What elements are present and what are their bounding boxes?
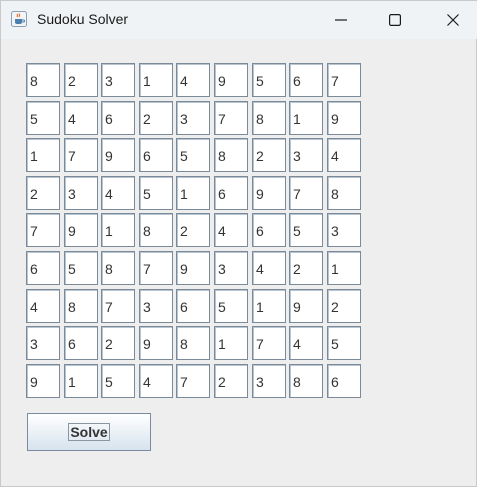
sudoku-cell-r9-c9[interactable]: 6 (327, 364, 361, 398)
sudoku-cell-r6-c3[interactable]: 8 (101, 251, 135, 285)
sudoku-cell-r6-c2[interactable]: 5 (64, 251, 98, 285)
sudoku-cell-r2-c8[interactable]: 1 (289, 101, 323, 135)
sudoku-cell-r1-c8[interactable]: 6 (289, 63, 323, 97)
sudoku-cell-r2-c7[interactable]: 8 (252, 101, 286, 135)
sudoku-cell-r1-c3[interactable]: 3 (101, 63, 135, 97)
sudoku-cell-r2-c5[interactable]: 3 (176, 101, 210, 135)
sudoku-cell-r9-c3[interactable]: 5 (101, 364, 135, 398)
sudoku-cell-r2-c3[interactable]: 6 (101, 101, 135, 135)
sudoku-cell-r3-c3[interactable]: 9 (101, 138, 135, 172)
minimize-icon (335, 11, 347, 30)
sudoku-cell-r3-c1[interactable]: 1 (26, 138, 60, 172)
sudoku-cell-r1-c7[interactable]: 5 (252, 63, 286, 97)
sudoku-cell-r6-c6[interactable]: 3 (214, 251, 248, 285)
sudoku-cell-r4-c2[interactable]: 3 (64, 176, 98, 210)
maximize-icon (389, 11, 402, 30)
sudoku-cell-r5-c9[interactable]: 3 (327, 213, 361, 247)
sudoku-cell-r8-c3[interactable]: 2 (101, 326, 135, 360)
sudoku-cell-r8-c2[interactable]: 6 (64, 326, 98, 360)
sudoku-cell-r7-c1[interactable]: 4 (26, 289, 60, 323)
sudoku-cell-r4-c4[interactable]: 5 (139, 176, 173, 210)
sudoku-cell-r6-c5[interactable]: 9 (176, 251, 210, 285)
sudoku-cell-r2-c9[interactable]: 9 (327, 101, 361, 135)
sudoku-cell-r5-c3[interactable]: 1 (101, 213, 135, 247)
java-coffee-cup-icon (11, 11, 27, 27)
sudoku-cell-r7-c5[interactable]: 6 (176, 289, 210, 323)
sudoku-cell-r1-c2[interactable]: 2 (64, 63, 98, 97)
sudoku-cell-r8-c4[interactable]: 9 (139, 326, 173, 360)
sudoku-cell-r3-c8[interactable]: 3 (289, 138, 323, 172)
title-bar[interactable]: Sudoku Solver (1, 1, 477, 39)
app-window: Sudoku Solver 82314956754623781917965823… (0, 0, 477, 487)
close-icon (447, 11, 459, 30)
sudoku-cell-r9-c2[interactable]: 1 (64, 364, 98, 398)
sudoku-cell-r7-c6[interactable]: 5 (214, 289, 248, 323)
sudoku-cell-r4-c1[interactable]: 2 (26, 176, 60, 210)
sudoku-cell-r8-c6[interactable]: 1 (214, 326, 248, 360)
sudoku-cell-r8-c9[interactable]: 5 (327, 326, 361, 360)
solve-button[interactable]: Solve (27, 413, 151, 451)
sudoku-cell-r3-c2[interactable]: 7 (64, 138, 98, 172)
sudoku-cell-r7-c9[interactable]: 2 (327, 289, 361, 323)
sudoku-cell-r6-c7[interactable]: 4 (252, 251, 286, 285)
sudoku-cell-r9-c4[interactable]: 4 (139, 364, 173, 398)
sudoku-cell-r8-c8[interactable]: 4 (289, 326, 323, 360)
close-button[interactable] (425, 1, 477, 39)
sudoku-cell-r2-c6[interactable]: 7 (214, 101, 248, 135)
sudoku-cell-r4-c9[interactable]: 8 (327, 176, 361, 210)
sudoku-cell-r9-c1[interactable]: 9 (26, 364, 60, 398)
solve-button-label: Solve (68, 423, 110, 441)
sudoku-cell-r5-c5[interactable]: 2 (176, 213, 210, 247)
sudoku-cell-r2-c1[interactable]: 5 (26, 101, 60, 135)
minimize-button[interactable] (313, 1, 369, 39)
sudoku-cell-r5-c7[interactable]: 6 (252, 213, 286, 247)
sudoku-cell-r3-c7[interactable]: 2 (252, 138, 286, 172)
sudoku-cell-r9-c8[interactable]: 8 (289, 364, 323, 398)
sudoku-cell-r3-c5[interactable]: 5 (176, 138, 210, 172)
sudoku-cell-r2-c2[interactable]: 4 (64, 101, 98, 135)
sudoku-cell-r1-c9[interactable]: 7 (327, 63, 361, 97)
sudoku-cell-r7-c4[interactable]: 3 (139, 289, 173, 323)
window-title: Sudoku Solver (37, 11, 129, 27)
sudoku-cell-r7-c8[interactable]: 9 (289, 289, 323, 323)
maximize-button[interactable] (367, 1, 423, 39)
sudoku-cell-r5-c4[interactable]: 8 (139, 213, 173, 247)
sudoku-cell-r4-c8[interactable]: 7 (289, 176, 323, 210)
sudoku-grid: 8231495675462378191796582342345169787918… (26, 63, 364, 401)
sudoku-cell-r4-c3[interactable]: 4 (101, 176, 135, 210)
sudoku-cell-r4-c7[interactable]: 9 (252, 176, 286, 210)
sudoku-cell-r4-c5[interactable]: 1 (176, 176, 210, 210)
sudoku-cell-r6-c8[interactable]: 2 (289, 251, 323, 285)
sudoku-cell-r1-c4[interactable]: 1 (139, 63, 173, 97)
sudoku-cell-r7-c2[interactable]: 8 (64, 289, 98, 323)
sudoku-cell-r9-c5[interactable]: 7 (176, 364, 210, 398)
sudoku-cell-r1-c6[interactable]: 9 (214, 63, 248, 97)
sudoku-cell-r5-c2[interactable]: 9 (64, 213, 98, 247)
sudoku-cell-r7-c7[interactable]: 1 (252, 289, 286, 323)
sudoku-cell-r8-c5[interactable]: 8 (176, 326, 210, 360)
sudoku-cell-r6-c4[interactable]: 7 (139, 251, 173, 285)
sudoku-cell-r9-c7[interactable]: 3 (252, 364, 286, 398)
sudoku-cell-r9-c6[interactable]: 2 (214, 364, 248, 398)
sudoku-cell-r6-c9[interactable]: 1 (327, 251, 361, 285)
sudoku-cell-r2-c4[interactable]: 2 (139, 101, 173, 135)
sudoku-cell-r5-c6[interactable]: 4 (214, 213, 248, 247)
sudoku-cell-r4-c6[interactable]: 6 (214, 176, 248, 210)
sudoku-cell-r3-c4[interactable]: 6 (139, 138, 173, 172)
sudoku-cell-r1-c5[interactable]: 4 (176, 63, 210, 97)
sudoku-cell-r6-c1[interactable]: 6 (26, 251, 60, 285)
sudoku-cell-r3-c6[interactable]: 8 (214, 138, 248, 172)
sudoku-cell-r8-c1[interactable]: 3 (26, 326, 60, 360)
sudoku-cell-r3-c9[interactable]: 4 (327, 138, 361, 172)
sudoku-cell-r5-c1[interactable]: 7 (26, 213, 60, 247)
sudoku-cell-r1-c1[interactable]: 8 (26, 63, 60, 97)
sudoku-cell-r7-c3[interactable]: 7 (101, 289, 135, 323)
sudoku-cell-r8-c7[interactable]: 7 (252, 326, 286, 360)
sudoku-cell-r5-c8[interactable]: 5 (289, 213, 323, 247)
